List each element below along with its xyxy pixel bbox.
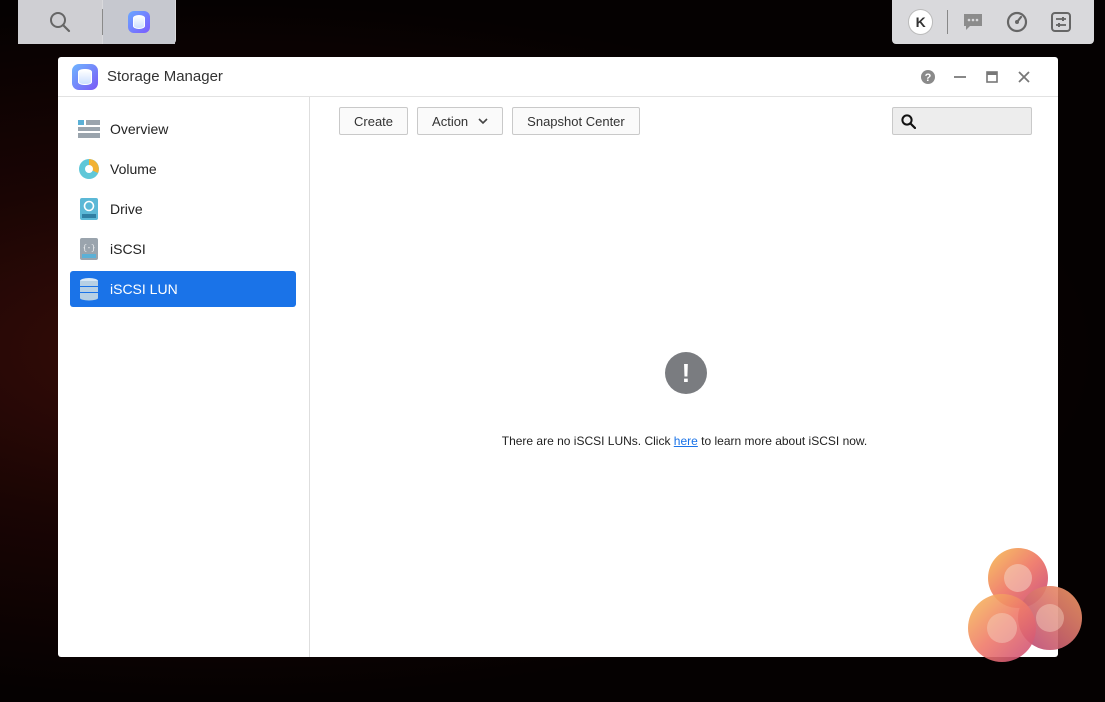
taskbar-left <box>18 0 176 44</box>
minimize-button[interactable] <box>944 65 976 89</box>
empty-state-text-after: to learn more about iSCSI now. <box>697 434 868 448</box>
sidebar-item-label: iSCSI <box>110 241 146 257</box>
storage-manager-icon <box>128 11 150 33</box>
sidebar: Overview Volume Drive {-} iSCSI iSCSI LU… <box>58 97 310 657</box>
action-dropdown-button[interactable]: Action <box>417 107 504 135</box>
help-button[interactable]: ? <box>912 65 944 89</box>
maximize-icon <box>986 70 998 83</box>
window-titlebar[interactable]: Storage Manager ? <box>58 57 1058 97</box>
toolbar: Create Action Snapshot Center <box>339 107 640 135</box>
close-button[interactable] <box>1008 65 1040 89</box>
close-icon <box>1018 70 1030 83</box>
iscsi-icon: {-} <box>78 238 100 260</box>
search-icon <box>901 113 916 129</box>
user-avatar[interactable]: K <box>908 9 934 35</box>
action-label: Action <box>432 113 469 129</box>
settings-sliders-icon[interactable] <box>1050 11 1072 33</box>
learn-more-link[interactable]: here <box>674 434 698 448</box>
create-button[interactable]: Create <box>339 107 409 135</box>
message-icon[interactable] <box>962 11 984 33</box>
volume-pie-icon <box>78 158 100 180</box>
sidebar-item-volume[interactable]: Volume <box>70 151 296 187</box>
taskbar-separator <box>947 10 949 34</box>
sidebar-item-label: iSCSI LUN <box>110 281 178 297</box>
warning-exclamation-icon: ! <box>665 352 707 394</box>
taskbar-search-button[interactable] <box>18 0 102 44</box>
sidebar-item-overview[interactable]: Overview <box>70 111 296 147</box>
drive-icon <box>78 198 100 220</box>
empty-state-message: There are no iSCSI LUNs. Click here to l… <box>311 434 1058 448</box>
chevron-down-icon <box>478 117 488 125</box>
search-icon <box>50 12 71 33</box>
taskbar-right: K <box>892 0 1094 44</box>
minimize-icon <box>954 75 966 78</box>
storage-manager-window: Storage Manager ? Overview Volume Drive … <box>58 57 1058 657</box>
dashboard-gauge-icon[interactable] <box>1006 11 1028 33</box>
help-icon: ? <box>921 69 935 84</box>
svg-text:?: ? <box>925 72 932 84</box>
taskbar-storage-manager-button[interactable] <box>103 0 175 44</box>
sidebar-item-label: Overview <box>110 121 169 137</box>
sidebar-item-drive[interactable]: Drive <box>70 191 296 227</box>
snapshot-center-button[interactable]: Snapshot Center <box>512 107 640 135</box>
sidebar-item-label: Drive <box>110 201 143 217</box>
search-input[interactable] <box>922 113 1022 129</box>
maximize-button[interactable] <box>976 65 1008 89</box>
sidebar-item-iscsi[interactable]: {-} iSCSI <box>70 231 296 267</box>
empty-state-text-before: There are no iSCSI LUNs. Click <box>501 434 674 448</box>
sidebar-item-iscsi-lun[interactable]: iSCSI LUN <box>70 271 296 307</box>
svg-text:{-}: {-} <box>83 245 96 253</box>
storage-manager-icon <box>72 63 98 90</box>
watermark-logo <box>968 548 1082 662</box>
database-icon <box>78 278 100 301</box>
overview-icon <box>78 118 100 140</box>
sidebar-item-label: Volume <box>110 161 157 177</box>
window-controls: ? <box>912 65 1058 89</box>
window-title: Storage Manager <box>107 68 223 85</box>
search-box[interactable] <box>892 107 1032 135</box>
main-panel: Create Action Snapshot Center ! There ar… <box>311 97 1058 657</box>
